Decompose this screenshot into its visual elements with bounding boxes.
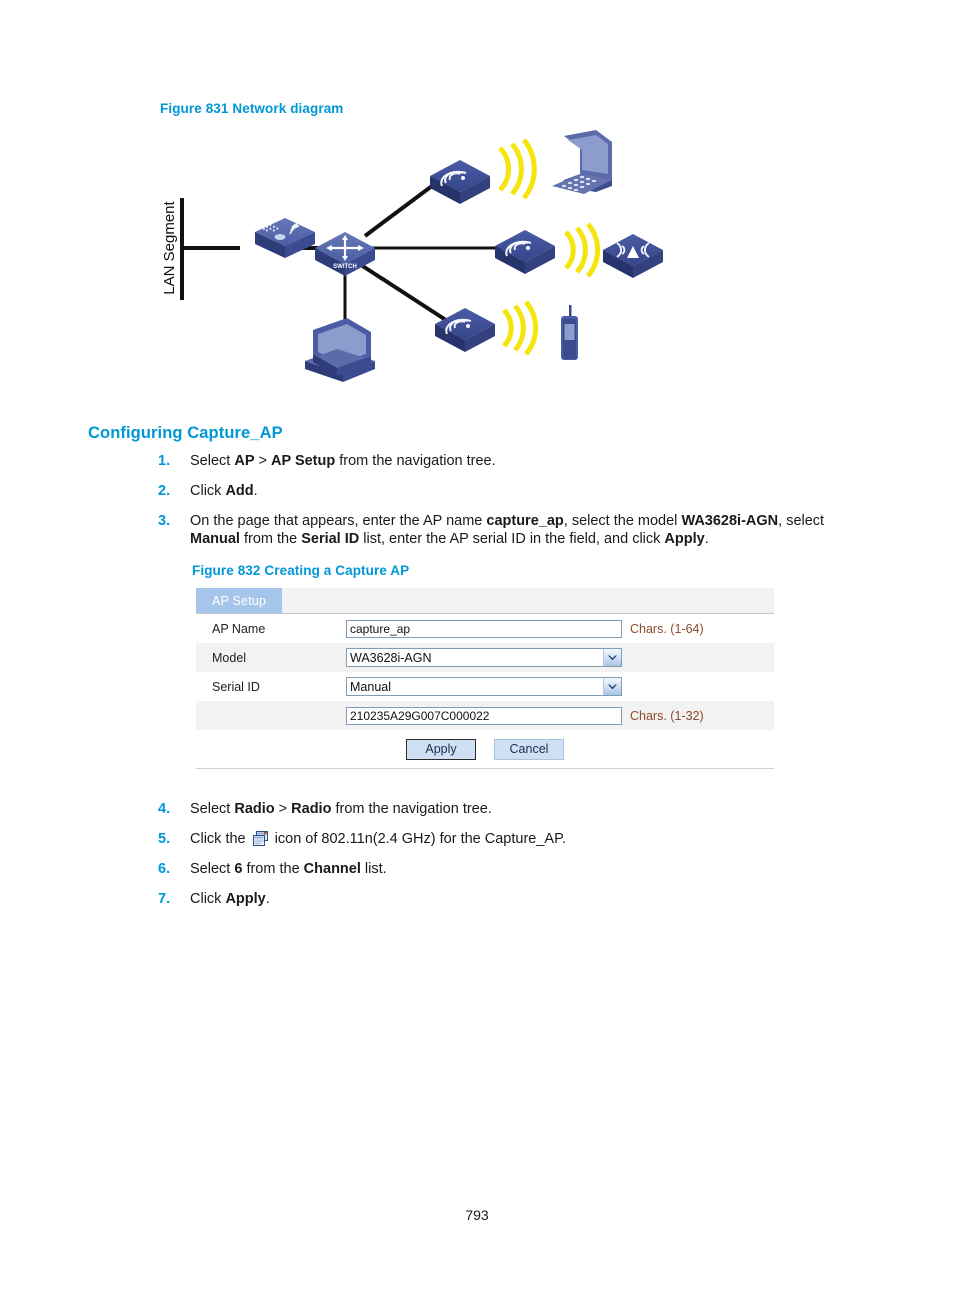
form-row-model: Model WA3628i-AGN <box>196 643 774 672</box>
section-heading-configuring-capture-ap: Configuring Capture_AP <box>88 424 283 442</box>
serial-id-select-value: Manual <box>350 679 391 694</box>
form-button-row: Apply Cancel <box>196 730 774 768</box>
apply-button[interactable]: Apply <box>406 738 476 760</box>
ap-name-label: AP Name <box>212 621 266 636</box>
procedure-steps-4-7: 4. Select Radio > Radio from the navigat… <box>158 800 878 921</box>
radio-settings-icon <box>252 830 269 847</box>
signal-waves-middle <box>564 222 601 278</box>
chevron-down-icon[interactable] <box>603 678 621 695</box>
ap-name-input[interactable] <box>346 619 622 638</box>
step-number: 1. <box>158 453 171 469</box>
ap-middle <box>495 230 555 274</box>
step-text: Select 6 from the Channel list. <box>190 861 387 878</box>
step-text: Select AP > AP Setup from the navigation… <box>190 453 496 469</box>
list-item: 4. Select Radio > Radio from the navigat… <box>158 800 878 818</box>
ap-setup-form-screenshot: AP Setup AP Name Chars. (1-64) Model WA3… <box>196 588 774 769</box>
step-number: 6. <box>158 861 171 878</box>
cancel-button[interactable]: Cancel <box>494 738 564 760</box>
step-text: Click the icon of 802.11n(2.4 GHz) for t… <box>190 830 566 848</box>
step-number: 2. <box>158 483 171 500</box>
step-text: Click Add. <box>190 483 258 500</box>
model-select[interactable]: WA3628i-AGN <box>346 648 622 667</box>
list-item: 5. Click the icon of 802.11n(2.4 GHz) fo… <box>158 830 878 848</box>
model-select-value: WA3628i-AGN <box>350 650 432 665</box>
ap-top <box>430 160 490 204</box>
tab-ap-setup[interactable]: AP Setup <box>196 588 283 613</box>
step-text: On the page that appears, enter the AP n… <box>190 513 825 548</box>
procedure-steps-1-3: 1. Select AP > AP Setup from the navigat… <box>158 452 878 561</box>
figure-832-caption: Figure 832 Creating a Capture AP <box>192 563 410 578</box>
desktop-client <box>305 318 375 382</box>
network-diagram: LAN Segment SWITCH <box>160 128 700 383</box>
switch-label: SWITCH <box>333 264 357 270</box>
serial-id-hint: Chars. (1-32) <box>630 708 704 723</box>
list-item: 6. Select 6 from the Channel list. <box>158 860 878 878</box>
step-number: 5. <box>158 831 171 848</box>
step-number: 4. <box>158 801 171 817</box>
figure-831-caption: Figure 831 Network diagram <box>160 101 344 116</box>
handheld-phone-client <box>561 305 578 360</box>
chevron-down-icon[interactable] <box>603 649 621 666</box>
serial-id-select[interactable]: Manual <box>346 677 622 696</box>
serial-id-label: Serial ID <box>212 679 260 694</box>
serial-id-input[interactable] <box>346 706 622 725</box>
step-text: Select Radio > Radio from the navigation… <box>190 801 492 817</box>
tab-bar: AP Setup <box>196 588 774 614</box>
list-item: 2. Click Add. <box>158 482 878 500</box>
signal-waves-top <box>498 138 537 200</box>
list-item: 3. On the page that appears, enter the A… <box>158 512 878 548</box>
list-item: 7. Click Apply. <box>158 890 878 908</box>
signal-waves-bottom <box>502 300 539 356</box>
model-label: Model <box>212 650 247 665</box>
ap-name-hint: Chars. (1-64) <box>630 621 704 636</box>
laptop-client <box>552 130 612 194</box>
form-row-serial-id: Serial ID Manual <box>196 672 774 701</box>
form-row-ap-name: AP Name Chars. (1-64) <box>196 614 774 643</box>
step-number: 7. <box>158 891 171 908</box>
gateway-device <box>255 218 315 258</box>
list-item: 1. Select AP > AP Setup from the navigat… <box>158 452 878 470</box>
ap-bottom <box>435 308 495 352</box>
step-text: Click Apply. <box>190 891 270 908</box>
form-row-serial-value: Chars. (1-32) <box>196 701 774 730</box>
wireless-client-device <box>603 234 663 278</box>
lan-segment-label: LAN Segment <box>161 200 178 294</box>
page-number: 793 <box>465 1207 489 1223</box>
step-number: 3. <box>158 513 171 530</box>
